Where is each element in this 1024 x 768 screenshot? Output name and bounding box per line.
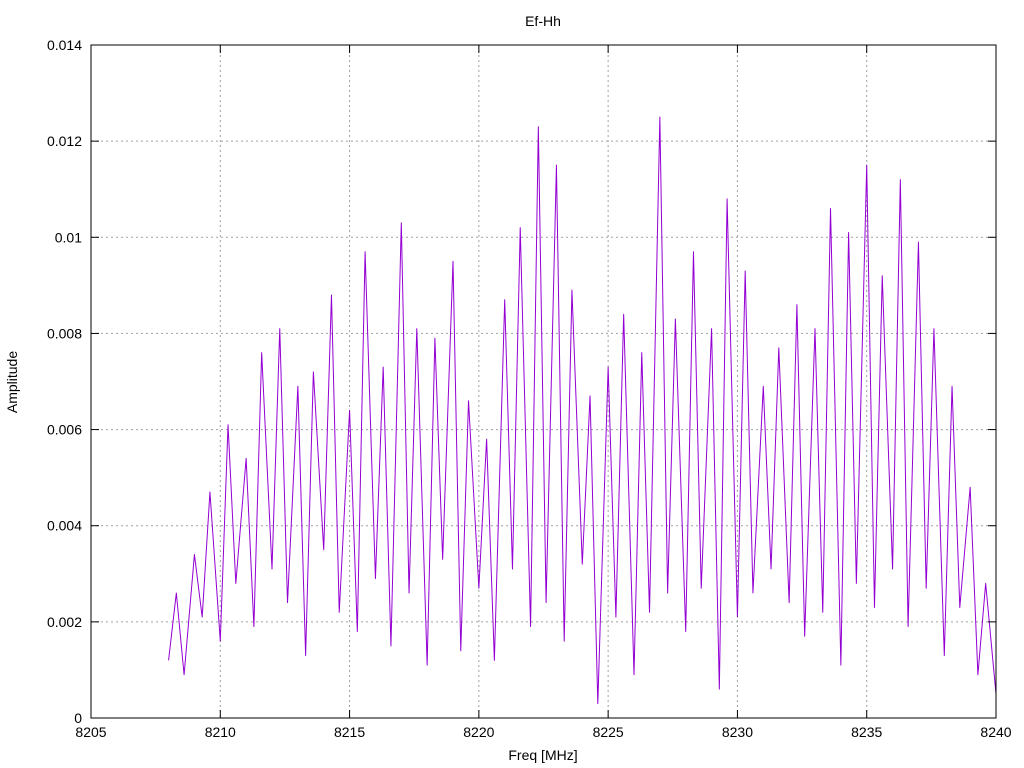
chart-title: Ef-Hh	[525, 13, 561, 29]
y-tick-label: 0	[74, 710, 82, 726]
x-tick-label: 8220	[463, 724, 494, 740]
y-tick-label: 0.002	[47, 614, 82, 630]
x-tick-label: 8205	[75, 724, 106, 740]
x-tick-label: 8210	[205, 724, 236, 740]
y-tick-label: 0.014	[47, 37, 82, 53]
x-tick-label: 8215	[334, 724, 365, 740]
y-tick-label: 0.008	[47, 325, 82, 341]
x-tick-label: 8230	[722, 724, 753, 740]
y-axis-label: Amplitude	[4, 351, 20, 413]
x-axis-label: Freq [MHz]	[508, 747, 577, 763]
x-tick-label: 8240	[980, 724, 1011, 740]
amplitude-chart: 8205 8210 8215 8220 8225 8230 8235 8240 0 0.002 0.…	[0, 0, 1024, 768]
y-tick-label: 0.006	[47, 422, 82, 438]
y-tick-label: 0.004	[47, 518, 82, 534]
x-tick-label: 8235	[851, 724, 882, 740]
y-tick-label: 0.012	[47, 133, 82, 149]
x-tick-label: 8225	[593, 724, 624, 740]
y-tick-label: 0.01	[55, 229, 82, 245]
